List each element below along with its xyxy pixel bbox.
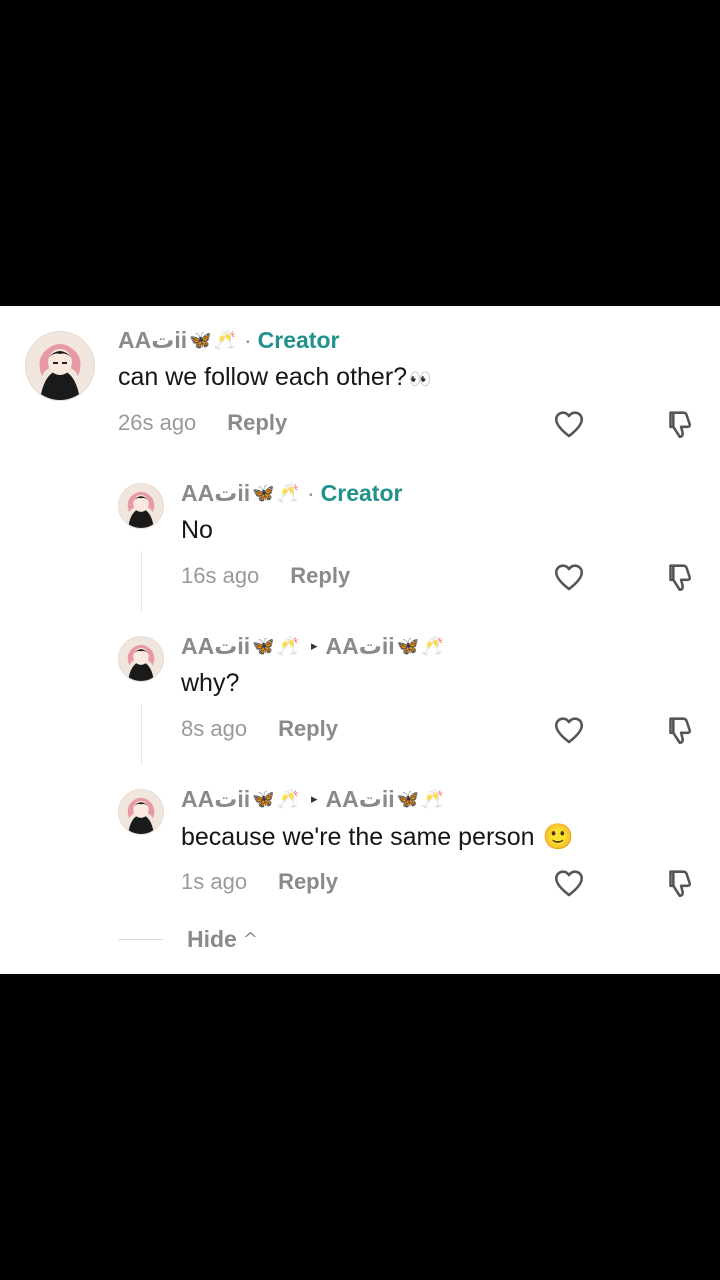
comment-text: because we're the same person 🙂 [181,822,574,852]
reply-to-username[interactable]: AAتii [326,633,395,660]
reply-button[interactable]: Reply [278,869,338,895]
avatar[interactable] [118,636,164,682]
avatar-image [119,790,163,834]
timestamp: 8s ago [181,716,248,741]
comment-meta: 1s ago Reply [181,869,338,895]
comment-text: No [181,516,213,544]
heart-icon[interactable] [552,560,586,594]
comment-meta: 26s ago Reply [118,410,287,436]
heart-icon[interactable] [552,866,586,900]
glasses-emoji: 🥂 [421,636,444,657]
avatar-image [26,332,94,400]
comment-header: AAتii 🦋 🥂 · Creator [181,480,402,507]
separator-dot: · [306,480,315,506]
heart-icon[interactable] [552,407,586,441]
thumbs-down-icon[interactable] [662,713,696,747]
timestamp: 26s ago [118,410,197,435]
comment-text: why? [181,669,240,697]
glasses-emoji: 🥂 [276,789,299,810]
comment-header: AAتii 🦋 🥂 ▸ AAتii 🦋 🥂 [181,633,444,660]
comment-meta: 16s ago Reply [181,563,350,589]
thread-line [141,551,142,611]
glasses-emoji: 🥂 [276,483,299,504]
reply-button[interactable]: Reply [227,410,287,436]
reply-button[interactable]: Reply [278,716,338,742]
timestamp: 1s ago [181,869,248,894]
butterfly-emoji: 🦋 [396,789,420,810]
comments-panel: AAتii 🦋 🥂 · Creator can we follow each o… [0,306,720,974]
creator-badge: Creator [257,327,340,353]
butterfly-emoji: 🦋 [252,483,275,504]
thumbs-down-icon[interactable] [662,407,696,441]
thumbs-down-icon[interactable] [662,560,696,594]
glasses-emoji: 🥂 [421,789,444,810]
reply-to-arrow-icon: ▸ [310,792,318,807]
reply-to-arrow-icon: ▸ [310,639,318,654]
timestamp: 16s ago [181,563,260,588]
hide-replies-button[interactable]: Hide ^ [118,926,258,953]
divider [118,939,163,940]
glasses-emoji: 🥂 [213,330,236,351]
avatar[interactable] [118,789,164,835]
avatar-image [119,484,163,528]
heart-icon[interactable] [552,713,586,747]
username[interactable]: AAتii [181,633,250,660]
thumbs-down-icon[interactable] [662,866,696,900]
comment-header: AAتii 🦋 🥂 ▸ AAتii 🦋 🥂 [181,786,444,813]
username[interactable]: AAتii [181,786,250,813]
butterfly-emoji: 🦋 [189,330,212,351]
username[interactable]: AAتii [181,480,250,507]
eyes-emoji: 👀 [409,369,432,390]
avatar[interactable] [118,483,164,529]
avatar[interactable] [25,331,95,401]
reply-button[interactable]: Reply [290,563,350,589]
butterfly-emoji: 🦋 [252,789,275,810]
comment-meta: 8s ago Reply [181,716,338,742]
comment-text-body: can we follow each other? [118,363,408,391]
comment-text-body: because we're the same person [181,823,535,851]
avatar-image [119,637,163,681]
glasses-emoji: 🥂 [276,636,299,657]
reply-to-username[interactable]: AAتii [326,786,395,813]
separator-dot: · [243,327,252,353]
hide-label: Hide [187,926,237,952]
butterfly-emoji: 🦋 [252,636,275,657]
chevron-up-icon: ^ [242,929,258,950]
butterfly-emoji: 🦋 [396,636,420,657]
comment-text: can we follow each other? 👀 [118,363,431,392]
comment-header: AAتii 🦋 🥂 · Creator [118,327,339,354]
username[interactable]: AAتii [118,327,187,354]
creator-badge: Creator [320,480,403,506]
smile-emoji: 🙂 [542,822,574,851]
thread-line [141,704,142,764]
